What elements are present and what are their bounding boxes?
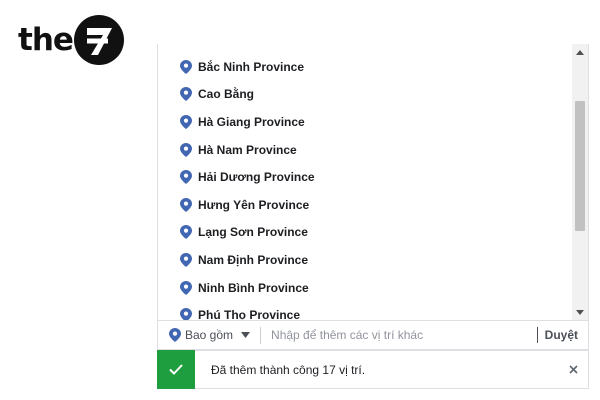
divider (536, 327, 538, 343)
location-option[interactable]: Ninh Bình Province (158, 274, 572, 302)
location-pin-icon (180, 280, 192, 295)
check-icon (169, 363, 183, 375)
scrollbar[interactable] (572, 44, 588, 320)
location-option-label: Lạng Sơn Province (198, 225, 308, 240)
location-option[interactable]: Cao Bằng (158, 81, 572, 109)
location-option[interactable]: Hà Giang Province (158, 108, 572, 136)
success-toast: Đã thêm thành công 17 vị trí. (157, 349, 589, 389)
caret-down-icon (241, 332, 251, 338)
browse-button[interactable]: Duyệt (545, 328, 588, 342)
location-option[interactable]: Nam Định Province (158, 246, 572, 274)
scroll-thumb[interactable] (575, 101, 585, 231)
seven-logo-icon (73, 15, 124, 65)
success-status (157, 349, 195, 389)
location-option-label: Hà Nam Province (198, 142, 297, 157)
location-option-label: Hà Giang Province (198, 114, 305, 129)
scroll-up-arrow-icon[interactable] (572, 44, 588, 60)
location-search-input[interactable] (261, 321, 537, 349)
toast-message: Đã thêm thành công 17 vị trí. (211, 362, 366, 377)
location-pin-icon (180, 197, 192, 212)
location-input-bar: Bao gồm Duyệt (157, 320, 589, 350)
location-pin-icon (180, 225, 192, 240)
close-icon[interactable] (558, 351, 588, 388)
location-option-label: Bắc Ninh Province (198, 59, 305, 74)
location-option[interactable]: Hà Nam Province (158, 136, 572, 164)
scroll-down-arrow-icon[interactable] (572, 304, 588, 320)
location-pin-icon (180, 114, 192, 129)
location-pin-icon (169, 328, 181, 342)
location-pin-icon (180, 170, 192, 185)
location-option-label: Phú Thọ Province (198, 308, 301, 320)
location-option-label: Ninh Bình Province (198, 280, 309, 295)
location-option-label: Hải Dương Province (198, 170, 315, 185)
location-dropdown: Bắc Ninh Province Cao Bằng Hà Giang Provin… (157, 44, 589, 320)
location-option[interactable]: Lạng Sơn Province (158, 219, 572, 247)
the7-logo: the (18, 14, 124, 66)
location-pin-icon (180, 59, 192, 74)
include-label: Bao gồm (185, 328, 234, 342)
location-option[interactable]: Phú Thọ Province (158, 301, 572, 320)
include-dropdown[interactable]: Bao gồm (158, 321, 260, 349)
location-list: Bắc Ninh Province Cao Bằng Hà Giang Provin… (158, 53, 572, 320)
location-option-label: Hưng Yên Province (198, 197, 310, 212)
location-pin-icon (180, 87, 192, 102)
location-option-label: Nam Định Province (198, 252, 309, 267)
location-option[interactable]: Hưng Yên Province (158, 191, 572, 219)
location-option[interactable]: Bắc Ninh Province (158, 53, 572, 81)
location-pin-icon (180, 252, 192, 267)
location-option-label: Cao Bằng (198, 87, 255, 102)
location-pin-icon (180, 142, 192, 157)
location-pin-icon (180, 308, 192, 320)
logo-text: the (18, 21, 74, 58)
location-option[interactable]: Hải Dương Province (158, 163, 572, 191)
